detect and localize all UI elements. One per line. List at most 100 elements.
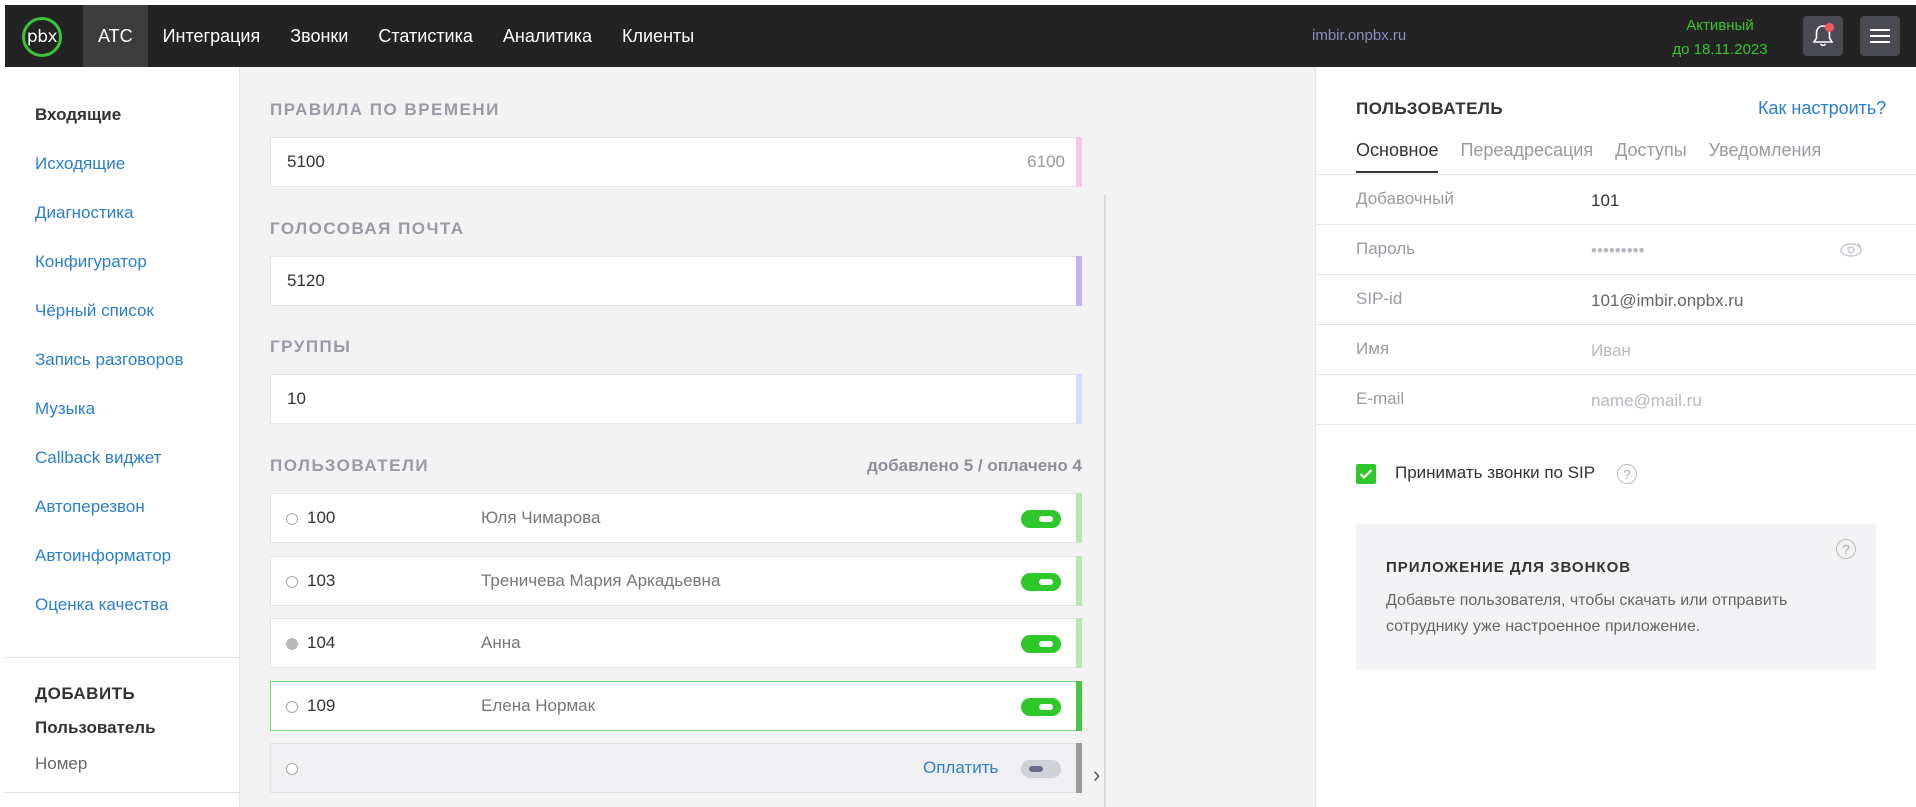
tab-main[interactable]: Основное [1356, 140, 1439, 173]
email-row[interactable]: E-mail name@mail.ru [1316, 375, 1916, 425]
user-radio[interactable] [286, 513, 298, 525]
time-rules-color-bar [1076, 137, 1082, 187]
user-row[interactable]: 100 Юля Чимарова [270, 493, 1082, 543]
sidebar-item-music[interactable]: Музыка [35, 399, 184, 448]
sidebar-item-quality-rating[interactable]: Оценка качества [35, 595, 184, 644]
user-tabs: Основное Переадресация Доступы Уведомлен… [1356, 140, 1821, 173]
user-toggle[interactable] [1021, 635, 1061, 653]
user-toggle[interactable] [1021, 760, 1061, 778]
tab-notifications[interactable]: Уведомления [1709, 140, 1822, 173]
add-number-link[interactable]: Номер [35, 754, 87, 774]
user-row[interactable]: 104 Анна [270, 618, 1082, 668]
nav-calls[interactable]: Звонки [275, 5, 363, 67]
app-help-icon[interactable]: ? [1836, 539, 1856, 559]
user-toggle[interactable] [1021, 573, 1061, 591]
email-input[interactable]: name@mail.ru [1591, 391, 1702, 411]
account-domain[interactable]: imbir.onpbx.ru [1312, 27, 1406, 44]
nav-ats[interactable]: АТС [83, 5, 148, 67]
pay-link[interactable]: Оплатить [923, 758, 998, 778]
tab-forwarding[interactable]: Переадресация [1460, 140, 1593, 173]
add-section-title: ДОБАВИТЬ [35, 684, 136, 703]
sidebar-item-outgoing[interactable]: Исходящие [35, 154, 184, 203]
ext-label: Добавочный [1356, 189, 1454, 208]
nav-analytics[interactable]: Аналитика [488, 5, 607, 67]
nav-clients[interactable]: Клиенты [607, 5, 709, 67]
sidebar-item-callback-widget[interactable]: Callback виджет [35, 448, 184, 497]
sidebar-item-configurator[interactable]: Конфигуратор [35, 252, 184, 301]
user-color-bar [1076, 743, 1082, 793]
sidebar-item-auto-informer[interactable]: Автоинформатор [35, 546, 184, 595]
user-toggle[interactable] [1021, 698, 1061, 716]
left-sidebar: Входящие Исходящие Диагностика Конфигура… [5, 67, 240, 807]
user-toggle[interactable] [1021, 510, 1061, 528]
password-input[interactable]: ••••••••• [1591, 241, 1645, 261]
password-label: Пароль [1356, 239, 1415, 258]
user-radio[interactable] [286, 701, 298, 713]
how-to-setup-link[interactable]: Как настроить? [1758, 98, 1886, 119]
user-name: Треничева Мария Аркадьевна [481, 571, 721, 590]
nav-statistics[interactable]: Статистика [363, 5, 488, 67]
voicemail-field[interactable]: 5120 [270, 256, 1082, 306]
configurator-panel: ПРАВИЛА ПО ВРЕМЕНИ 5100 6100 ГОЛОСОВАЯ П… [240, 67, 1110, 807]
sidebar-item-blacklist[interactable]: Чёрный список [35, 301, 184, 350]
user-radio[interactable] [286, 638, 298, 650]
users-title: ПОЛЬЗОВАТЕЛИ [270, 456, 430, 475]
nav-integration[interactable]: Интеграция [148, 5, 276, 67]
user-color-bar [1076, 618, 1082, 668]
groups-value: 10 [287, 389, 306, 408]
sidebar-divider-bottom [5, 792, 240, 793]
user-radio[interactable] [286, 576, 298, 588]
check-icon [1359, 469, 1373, 480]
chevron-right-icon[interactable]: › [1093, 762, 1100, 788]
name-input[interactable]: Иван [1591, 341, 1631, 361]
time-rules-field[interactable]: 5100 6100 [270, 137, 1082, 187]
user-name: Елена Нормак [481, 696, 596, 715]
pbx-logo[interactable]: pbx [22, 17, 62, 57]
user-name: Юля Чимарова [481, 508, 601, 527]
user-color-bar [1076, 493, 1082, 543]
sip-calls-checkbox[interactable] [1356, 464, 1376, 484]
name-label: Имя [1356, 339, 1390, 358]
status-active: Активный [1686, 17, 1754, 34]
time-rules-range-end: 6100 [1027, 152, 1065, 171]
calls-app-text: Добавьте пользователя, чтобы скачать или… [1386, 592, 1788, 635]
voicemail-title: ГОЛОСОВАЯ ПОЧТА [270, 219, 465, 238]
users-count: добавлено 5 / оплачено 4 [866, 456, 1082, 475]
account-status: Активный до 18.11.2023 [1625, 14, 1815, 62]
sip-id-row: SIP-id 101@imbir.onpbx.ru [1316, 275, 1916, 325]
user-color-bar [1076, 681, 1082, 731]
groups-field[interactable]: 10 [270, 374, 1082, 424]
add-user-link[interactable]: Пользователь [35, 718, 156, 738]
canvas-area [1110, 67, 1315, 807]
unpaid-user-row[interactable]: Оплатить [270, 743, 1082, 793]
sidebar-item-auto-callback[interactable]: Автоперезвон [35, 497, 184, 546]
sip-calls-label[interactable]: Принимать звонки по SIP [1395, 463, 1595, 483]
user-ext: 104 [307, 633, 336, 652]
ext-row[interactable]: Добавочный 101 [1316, 175, 1916, 225]
user-panel: ПОЛЬЗОВАТЕЛЬ Как настроить? Основное Пер… [1315, 67, 1916, 807]
sidebar-item-incoming[interactable]: Входящие [35, 105, 184, 154]
sidebar-item-call-recording[interactable]: Запись разговоров [35, 350, 184, 399]
sidebar-item-diagnostics[interactable]: Диагностика [35, 203, 184, 252]
user-ext: 103 [307, 571, 336, 590]
middle-scrollbar[interactable] [1104, 195, 1106, 807]
voicemail-color-bar [1076, 256, 1082, 306]
groups-title: ГРУППЫ [270, 337, 352, 356]
sip-help-icon[interactable]: ? [1617, 464, 1637, 484]
sidebar-menu: Входящие Исходящие Диагностика Конфигура… [35, 105, 184, 644]
main-nav: АТС Интеграция Звонки Статистика Аналити… [83, 5, 709, 67]
menu-button[interactable] [1860, 16, 1900, 56]
notifications-button[interactable] [1803, 16, 1843, 56]
hamburger-icon [1870, 29, 1890, 43]
ext-input[interactable]: 101 [1591, 191, 1619, 211]
password-row[interactable]: Пароль ••••••••• [1316, 225, 1916, 275]
user-panel-title: ПОЛЬЗОВАТЕЛЬ [1356, 99, 1504, 118]
refresh-password-icon[interactable] [1838, 239, 1864, 261]
tab-access[interactable]: Доступы [1615, 140, 1687, 173]
name-row[interactable]: Имя Иван [1316, 325, 1916, 375]
user-radio[interactable] [286, 763, 298, 775]
user-row[interactable]: 103 Треничева Мария Аркадьевна [270, 556, 1082, 606]
user-row[interactable]: 109 Елена Нормак [270, 681, 1082, 731]
status-until: до 18.11.2023 [1672, 41, 1768, 58]
calls-app-box: ПРИЛОЖЕНИЕ ДЛЯ ЗВОНКОВ ? Добавьте пользо… [1356, 524, 1876, 670]
